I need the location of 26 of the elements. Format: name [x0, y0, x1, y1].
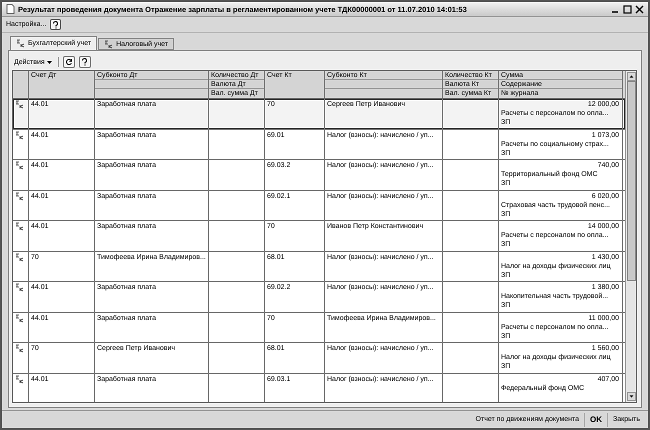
help-icon — [81, 58, 88, 66]
scrollbar[interactable] — [625, 71, 636, 402]
caret-icon — [46, 60, 52, 64]
help-icon — [52, 20, 60, 28]
maximize-icon[interactable] — [623, 4, 632, 14]
document-icon — [6, 4, 15, 14]
debit-credit-icon — [15, 222, 25, 231]
debit-credit-icon — [15, 192, 25, 200]
debit-credit-icon — [15, 100, 25, 109]
refresh-button[interactable] — [62, 56, 75, 68]
scroll-down-icon[interactable] — [626, 392, 636, 401]
debit-credit-icon — [15, 344, 25, 353]
debit-credit-icon — [15, 161, 25, 170]
debit-credit-icon — [104, 40, 114, 48]
debit-credit-icon — [15, 283, 25, 292]
debit-credit-icon — [16, 39, 26, 48]
help-button[interactable] — [50, 19, 62, 30]
debit-credit-icon — [15, 374, 25, 384]
debit-credit-icon — [15, 252, 25, 262]
close-icon[interactable] — [635, 4, 644, 14]
debit-credit-icon — [15, 314, 25, 322]
debit-credit-icon — [15, 130, 25, 140]
refresh-icon — [64, 58, 73, 66]
ok-button[interactable]: OK — [584, 412, 608, 426]
scroll-up-icon[interactable] — [626, 72, 636, 81]
help-button[interactable] — [78, 56, 91, 68]
